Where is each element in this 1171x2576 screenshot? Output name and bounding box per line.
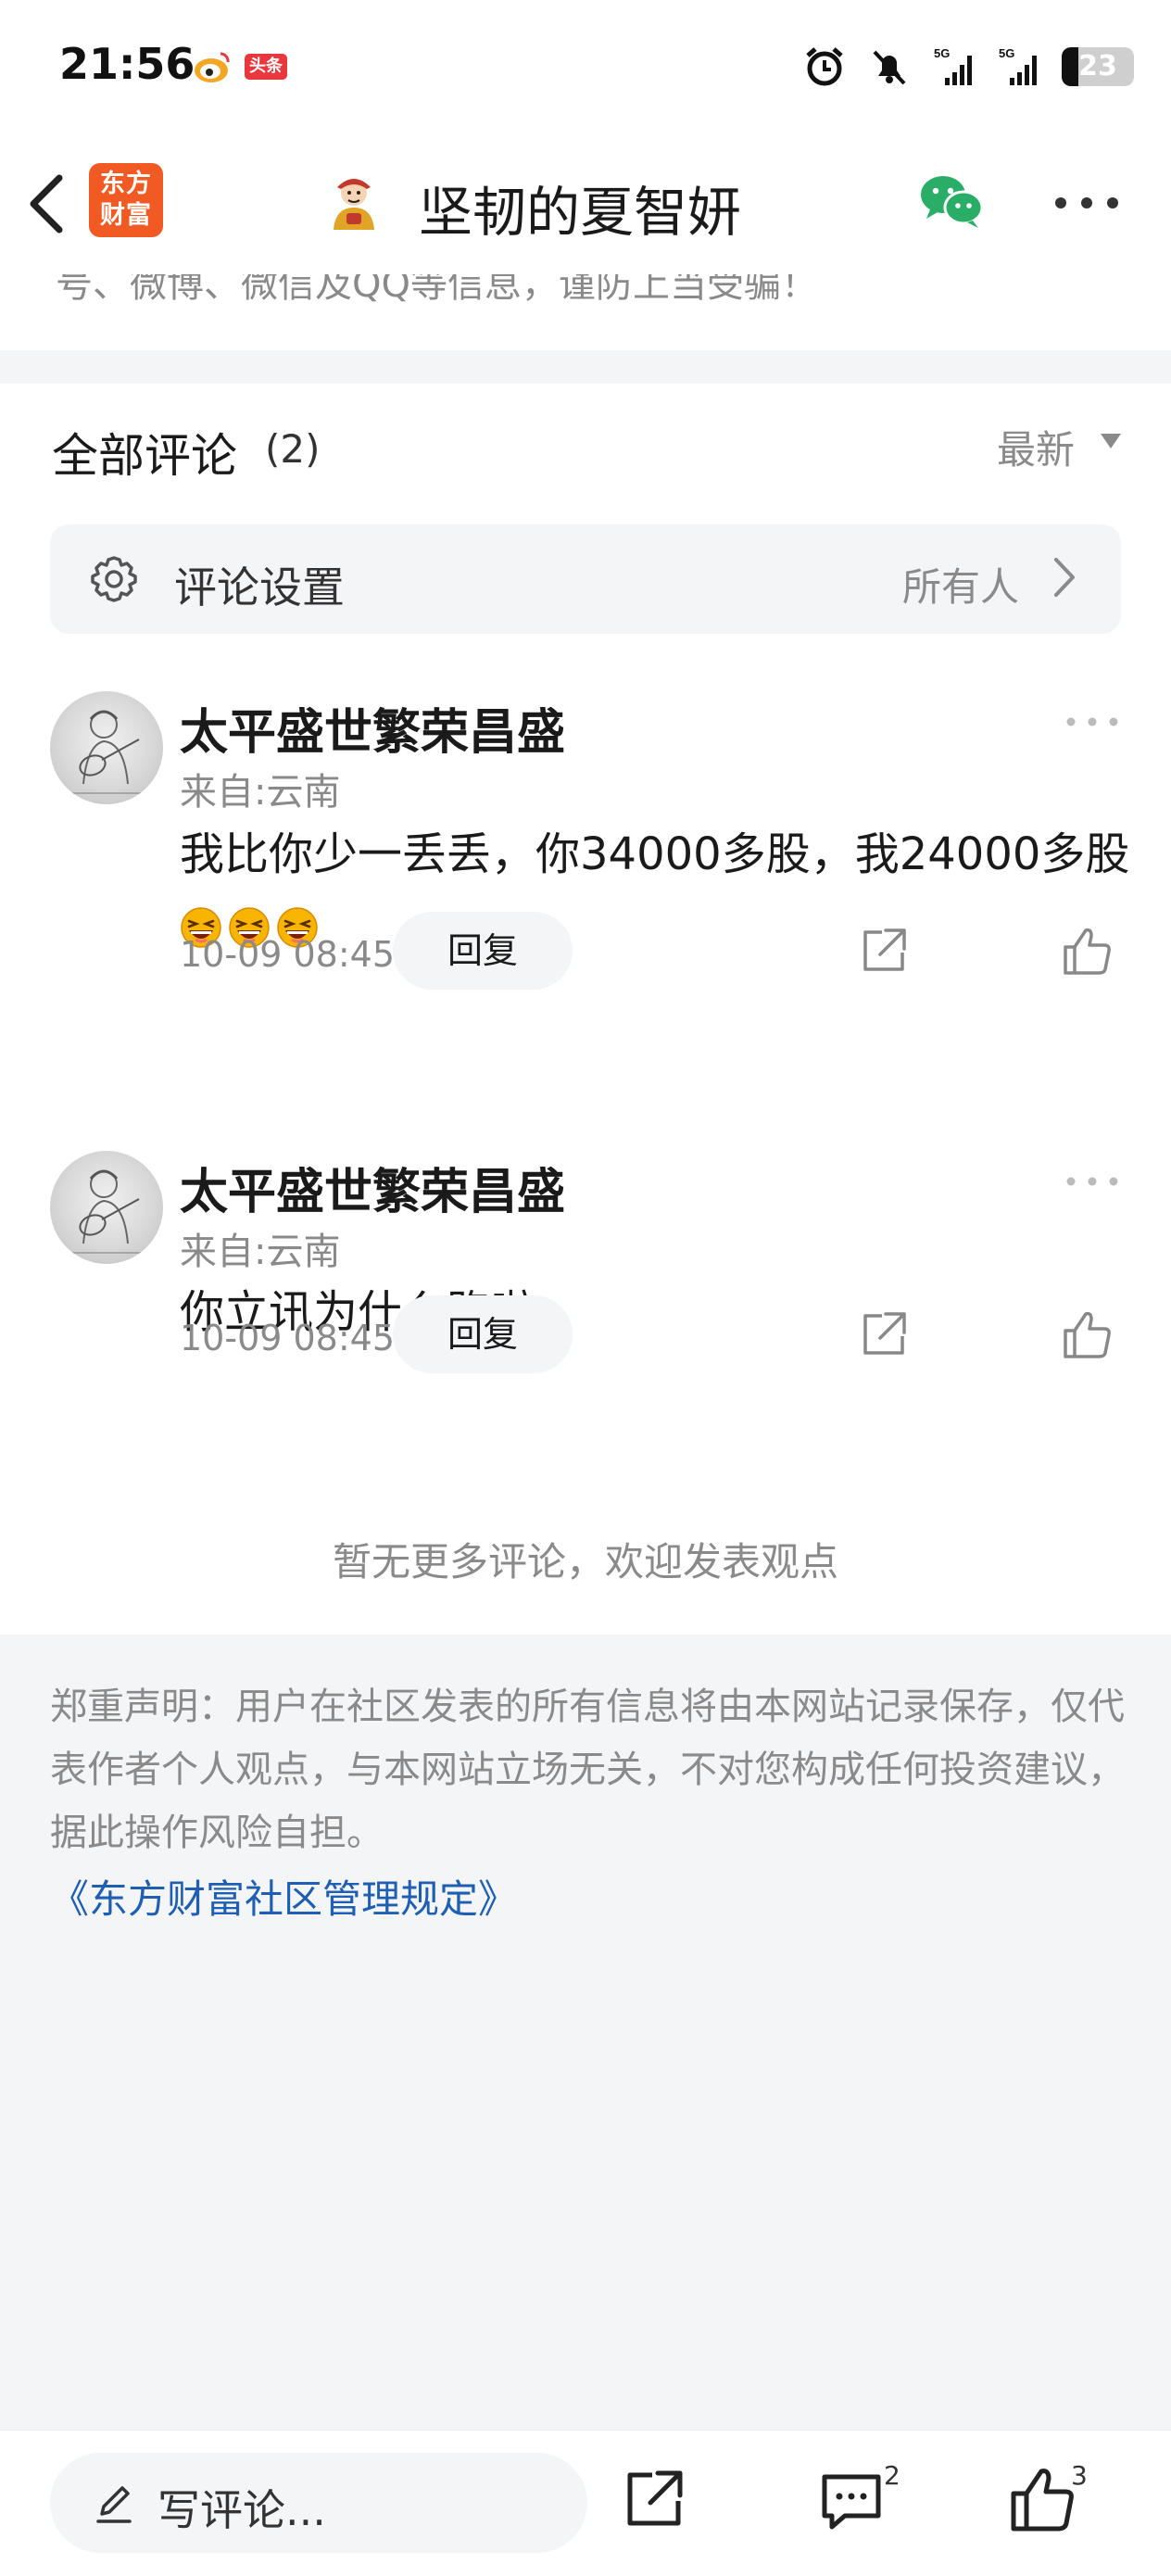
- status-time: 21:56: [59, 39, 195, 89]
- share-icon[interactable]: [623, 2468, 686, 2531]
- weibo-icon: [195, 52, 230, 82]
- chevron-right-icon: [1054, 558, 1075, 597]
- comment-settings-label: 评论设置: [174, 562, 345, 612]
- pen-icon: [96, 2486, 132, 2523]
- signal-icon-2: 5G: [999, 46, 1037, 85]
- like-icon[interactable]: [1062, 1308, 1114, 1360]
- no-more-comments: 暂无更多评论，欢迎发表观点: [332, 1539, 838, 1585]
- comment-author[interactable]: 太平盛世繁荣昌盛: [180, 1153, 565, 1222]
- avatar[interactable]: [50, 691, 163, 804]
- avatar-sketch-icon: [69, 710, 143, 794]
- disclaimer: 郑重声明：用户在社区发表的所有信息将由本网站记录保存，仅代表作者个人观点，与本网…: [50, 1686, 1125, 1854]
- comment-item: 太平盛世繁荣昌盛 来自:云南 你立讯为什么跑啦 10-09 08:45 回复: [0, 1151, 1171, 1420]
- battery-level: 23: [1078, 50, 1117, 82]
- like-icon[interactable]: [1062, 925, 1114, 977]
- status-bar: 21:56 头条 5G 5G 23: [0, 0, 1171, 139]
- comment-input[interactable]: 写评论...: [50, 2453, 587, 2553]
- notice-text: 号、微博、微信及QQ等信息，谨防上当受骗！: [56, 274, 818, 306]
- comment-text: 我比你少一丢丢，你34000多股，我24000多股: [180, 828, 1130, 880]
- comments-section: 全部评论 (2) 最新 评论设置 所有人 太平盛世繁荣昌盛 来自:云南 我比你少…: [0, 384, 1171, 1635]
- user-avatar[interactable]: [326, 172, 382, 230]
- more-icon[interactable]: [1065, 1175, 1119, 1188]
- share-icon[interactable]: [858, 925, 910, 977]
- like-count-badge: 3: [1071, 2460, 1088, 2491]
- comment-input-placeholder: 写评论...: [157, 2485, 326, 2535]
- comment-time: 10-09 08:45: [180, 1318, 396, 1358]
- bottom-bar: 写评论... 2 3: [0, 2430, 1171, 2576]
- reply-button[interactable]: 回复: [393, 912, 573, 990]
- logo-text: 东方 财富: [100, 170, 152, 230]
- signal-icon: 5G: [934, 46, 972, 85]
- like-icon[interactable]: [1010, 2466, 1077, 2532]
- avatar-sketch-icon: [69, 1169, 143, 1254]
- comment-icon[interactable]: [819, 2469, 884, 2532]
- comments-title: 全部评论: [52, 429, 237, 483]
- battery-icon: 23: [1062, 47, 1134, 86]
- comment-author[interactable]: 太平盛世繁荣昌盛: [180, 693, 565, 763]
- wechat-icon[interactable]: [917, 172, 986, 230]
- app-logo[interactable]: 东方 财富: [89, 163, 163, 237]
- toutiao-badge: 头条: [245, 54, 287, 80]
- signal-label-2: 5G: [999, 46, 1014, 60]
- back-icon[interactable]: [20, 167, 76, 241]
- caret-down-icon[interactable]: [1099, 432, 1123, 450]
- comment-settings-value: 所有人: [902, 564, 1020, 610]
- comments-count: (2): [265, 426, 321, 472]
- comment-location: 来自:云南: [180, 1231, 341, 1273]
- reply-button[interactable]: 回复: [393, 1295, 573, 1373]
- sort-dropdown[interactable]: 最新: [997, 419, 1075, 475]
- comment-location: 来自:云南: [180, 771, 341, 814]
- alarm-icon: [806, 47, 843, 86]
- comment-item: 太平盛世繁荣昌盛 来自:云南 我比你少一丢丢，你34000多股，我24000多股…: [0, 691, 1171, 1025]
- comment-settings-row[interactable]: 评论设置 所有人: [50, 524, 1121, 634]
- status-icons: 5G 5G 23: [802, 39, 1134, 95]
- notice-strip: 号、微博、微信及QQ等信息，谨防上当受骗！: [0, 274, 1171, 350]
- comment-time: 10-09 08:45: [180, 934, 396, 975]
- nav-bar: 东方 财富 坚韧的夏智妍: [0, 139, 1171, 274]
- mute-icon: [873, 50, 906, 85]
- signal-label-1: 5G: [934, 46, 950, 60]
- more-icon[interactable]: [1054, 196, 1119, 209]
- share-icon[interactable]: [858, 1308, 910, 1360]
- comment-count-badge: 2: [884, 2460, 900, 2491]
- more-icon[interactable]: [1065, 715, 1119, 728]
- avatar[interactable]: [50, 1151, 163, 1264]
- page-title: 坚韧的夏智妍: [419, 181, 742, 244]
- section-divider: [0, 350, 1171, 384]
- gear-icon: [91, 556, 137, 602]
- community-rules-link[interactable]: 《东方财富社区管理规定》: [50, 1868, 517, 1925]
